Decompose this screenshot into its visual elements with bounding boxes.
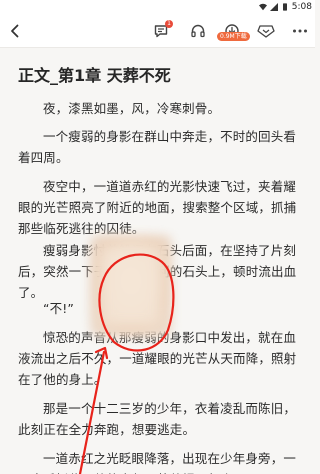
signal-icon <box>269 3 278 11</box>
download-size-pill: 0.9M下载 <box>217 32 250 41</box>
paragraph: 夜，漆黑如墨，风，冷寒刺骨。 <box>43 101 221 116</box>
wifi-icon <box>258 3 267 11</box>
comment-badge: 1 <box>165 20 173 28</box>
reader-top-bar: 1 0.9M下载 <box>0 14 315 48</box>
back-button[interactable] <box>4 19 26 43</box>
paragraph: 那是一个十二三岁的少年，衣着凌乱而陈旧，此刻正在全力奔跑，想要逃走。 <box>18 401 297 437</box>
paragraph: 一道赤红之光眨眼降落，出现在少年身旁，一只大手抓住了他的衣领，将他提了起来。 <box>18 451 297 474</box>
listen-button[interactable] <box>188 21 208 41</box>
headphones-icon <box>191 24 205 38</box>
comment-button[interactable]: 1 <box>151 20 173 41</box>
paragraph: 夜空中，一道道赤红的光影快速飞过，夹着耀眼的光芒照亮了附近的地面，搜索整个区域，… <box>18 179 297 236</box>
chevron-left-icon <box>11 24 19 38</box>
more-button[interactable] <box>290 21 310 41</box>
blurred-floating-image-center <box>98 243 164 329</box>
status-bar: 5:08 <box>0 0 315 14</box>
clock-time: 5:08 <box>291 2 312 12</box>
reward-button[interactable] <box>256 21 276 41</box>
battery-icon <box>282 3 287 11</box>
paragraph: 一个瘦弱的身影在群山中奔走，不时的回头看着四周。 <box>18 129 297 165</box>
chapter-title: 正文_第1章 天葬不死 <box>18 66 171 85</box>
more-icon <box>293 29 307 33</box>
paragraph: 惊恐的声音从那瘦弱的身影口中发出，就在血液流出之后不久，一道耀眼的光芒从天而降，… <box>18 330 297 387</box>
reward-icon <box>257 25 275 38</box>
status-icons: 5:08 <box>258 0 312 14</box>
